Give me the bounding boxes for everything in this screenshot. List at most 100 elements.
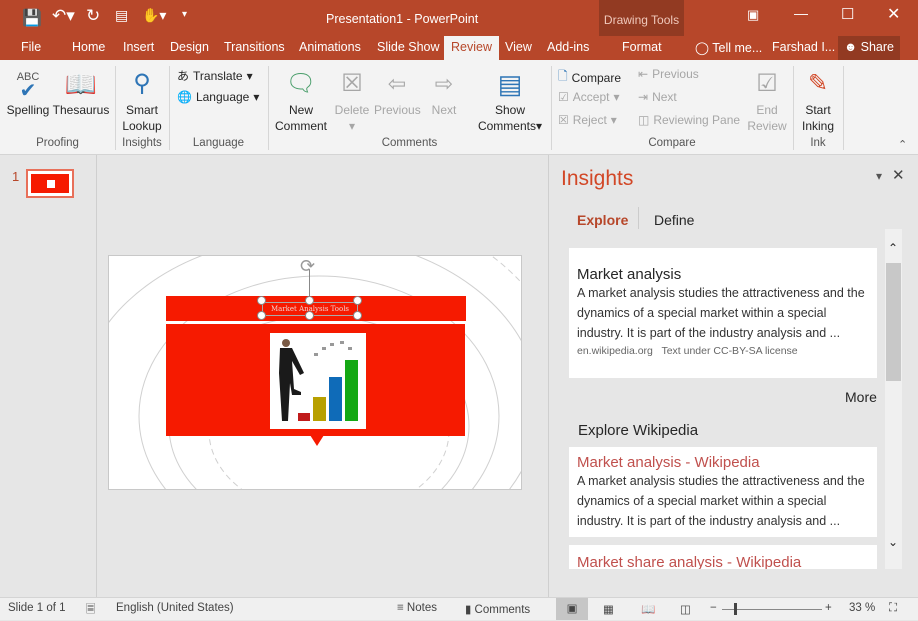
resize-handle[interactable] [305,311,314,320]
slide-sorter-icon[interactable]: ▦ [603,602,614,616]
resize-handle[interactable] [353,311,362,320]
language-button[interactable]: 🌐 Language ▾ [177,90,259,104]
start-label: Start [805,103,831,117]
scroll-down-icon[interactable]: ⌄ [888,535,898,549]
previous-comment-button[interactable]: ⇦ Previous [374,66,421,118]
touch-mode-icon[interactable]: ✋▾ [142,7,166,24]
maximize-icon[interactable]: ☐ [841,5,854,23]
thesaurus-button[interactable]: 📖 Thesaurus [52,66,110,118]
scrollbar[interactable]: ⌃ ⌄ [885,229,902,569]
scrollbar-thumb[interactable] [886,263,901,381]
group-label-proofing: Proofing [36,137,79,149]
tab-file[interactable]: File [21,40,41,54]
top-result-card[interactable]: Market analysis A market analysis studie… [569,248,877,378]
spell-check-icon[interactable]: 🗏 [86,602,95,621]
reject-button[interactable]: ☒ Reject ▾ [558,113,617,127]
lightbulb-icon: ◯ [695,41,709,55]
next-change-button[interactable]: ⇥ Next [638,90,677,104]
end-review-button[interactable]: ☑ End Review [746,66,788,134]
tab-view[interactable]: View [505,40,532,54]
delete-comment-button[interactable]: ☒ Delete ▾ [332,66,372,134]
notes-icon: ≡ [397,602,404,614]
zoom-slider-thumb[interactable] [733,603,737,615]
show-comments-button[interactable]: ▤ Show Comments▾ [474,66,546,134]
tab-format[interactable]: Format [622,40,662,54]
scroll-up-icon[interactable]: ⌃ [888,241,898,255]
results-list: Market analysis A market analysis studie… [549,229,889,569]
user-account[interactable]: Farshad I... [772,40,835,54]
reviewing-pane-label: Reviewing Pane [653,113,741,127]
more-link[interactable]: More [845,389,877,405]
wiki-result-card[interactable]: Market analysis - Wikipedia A market ana… [569,447,877,537]
reject-icon: ☒ [558,113,569,127]
customize-qat-icon[interactable]: ▾ [182,9,187,20]
zoom-in-icon[interactable]: + [825,602,832,614]
next-comment-button[interactable]: ⇨ Next [424,66,464,118]
translate-button[interactable]: あ Translate ▾ [177,67,253,84]
smart-lookup-button[interactable]: ⚲ Smart Lookup [118,66,166,134]
comments-button[interactable]: ▮ Comments [465,602,530,616]
pane-close-icon[interactable]: ✕ [892,166,905,184]
result-title[interactable]: Market analysis - Wikipedia [577,454,869,471]
spelling-button[interactable]: ABC ✔ Spelling [6,66,50,118]
zoom-level[interactable]: 33 % [849,602,875,614]
magnifier-info-icon: ⚲ [133,70,151,97]
thesaurus-label: Thesaurus [52,103,110,117]
minimize-icon[interactable]: — [794,5,808,21]
slide-show-icon[interactable]: ◫ [680,602,691,616]
tell-me-search[interactable]: ◯ Tell me... [695,40,762,55]
tab-transitions[interactable]: Transitions [224,40,285,54]
next-change-icon: ⇥ [638,90,649,104]
reading-view-icon[interactable]: 📖 [641,602,655,616]
spelling-check-icon: ABC ✔ [16,71,40,102]
resize-handle[interactable] [305,296,314,305]
zoom-slider[interactable] [722,609,822,610]
person-add-icon: ☻ [844,40,858,54]
wiki-result-card[interactable]: Market share analysis - Wikipedia [569,545,877,569]
tab-define[interactable]: Define [654,212,694,228]
resize-handle[interactable] [257,311,266,320]
ribbon-tabs: File Home Insert Design Transitions Anim… [0,36,918,60]
window-title: Presentation1 - PowerPoint [326,12,479,26]
tab-add-ins[interactable]: Add-ins [547,40,589,54]
group-label-ink: Ink [810,137,826,149]
share-button[interactable]: ☻ Share [838,36,900,60]
compare-button[interactable]: 🗋 Compare [558,67,621,88]
collapse-ribbon-icon[interactable]: ⌃ [898,138,907,151]
new-comment-button[interactable]: 🗨 New Comment [273,66,329,134]
slide-canvas[interactable]: Market Analysis Tools ⟳ [108,255,522,490]
tab-explore[interactable]: Explore [577,212,628,228]
undo-icon[interactable]: ↶▾ [52,6,75,26]
businessman-growth-chart-picture[interactable] [270,333,366,429]
spelling-label: Spelling [6,103,50,117]
start-inking-button[interactable]: ✎ Start Inking [797,66,839,134]
tab-home[interactable]: Home [72,40,105,54]
redo-icon[interactable]: ↻ [86,6,100,26]
tab-animations[interactable]: Animations [299,40,361,54]
rotate-handle-icon[interactable]: ⟳ [300,256,315,277]
review-label: Review [747,119,787,133]
notes-button[interactable]: ≡ Notes [397,602,437,614]
tab-review[interactable]: Review [444,36,499,60]
start-from-beginning-icon[interactable]: ▤ [115,7,128,24]
zoom-out-icon[interactable]: − [710,602,717,614]
tab-slide-show[interactable]: Slide Show [377,40,440,54]
ribbon-display-icon[interactable]: ▣ [747,7,759,23]
save-icon[interactable]: 💾 [22,8,42,28]
fit-slide-icon[interactable]: ⛶ [889,602,897,615]
tab-insert[interactable]: Insert [123,40,154,54]
previous-change-button[interactable]: ⇤ Previous [638,67,699,81]
slide-thumbnail[interactable] [26,169,74,198]
pane-options-icon[interactable]: ▾ [876,169,882,183]
close-icon[interactable]: ✕ [887,4,900,24]
language-status[interactable]: English (United States) [116,602,234,614]
result-title[interactable]: Market share analysis - Wikipedia [577,554,869,569]
resize-handle[interactable] [257,296,266,305]
reviewing-pane-button[interactable]: ◫ Reviewing Pane [638,113,740,127]
resize-handle[interactable] [353,296,362,305]
normal-view-icon[interactable]: ▣ [556,598,588,620]
accept-button[interactable]: ☑ Accept ▾ [558,90,619,104]
lookup-label: Lookup [122,119,162,133]
pen-icon: ✎ [807,70,829,97]
tab-design[interactable]: Design [170,40,209,54]
